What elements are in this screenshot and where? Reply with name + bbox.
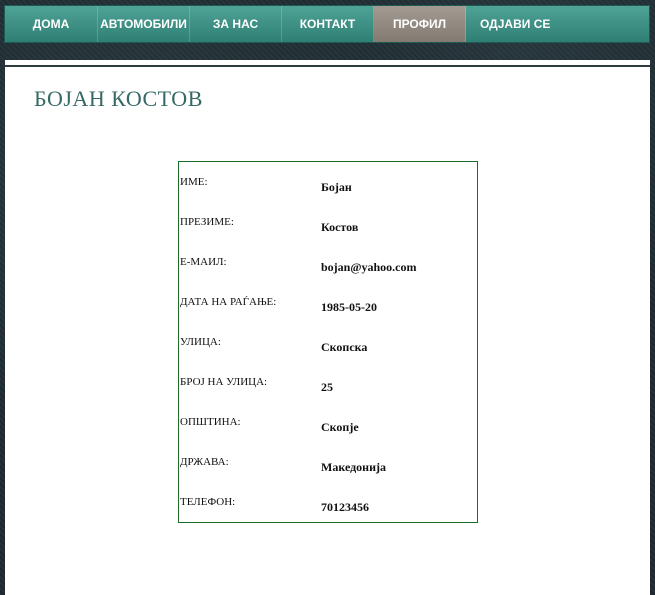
profile-row-country: ДРЖАВА: Македонија: [179, 456, 477, 496]
profile-row-first-name: ИМЕ: Бојан: [179, 176, 477, 216]
profile-details: ИМЕ: Бојан ПРЕЗИМЕ: Костов Е-МАИЛ: bojan…: [178, 161, 478, 523]
field-value: 70123456: [321, 500, 369, 514]
field-label: ИМЕ:: [180, 176, 208, 188]
profile-row-email: Е-МАИЛ: bojan@yahoo.com: [179, 256, 477, 296]
profile-row-municipality: ОПШТИНА: Скопје: [179, 416, 477, 456]
field-value: Скопје: [321, 420, 359, 434]
field-value: Бојан: [321, 180, 352, 194]
field-value: Македонија: [321, 460, 387, 474]
field-value: Костов: [321, 220, 359, 234]
nav-item-contact[interactable]: КОНТАКТ: [282, 6, 374, 42]
field-label: ДРЖАВА:: [180, 456, 229, 468]
nav-item-logout[interactable]: ОДЈАВИ СЕ: [466, 6, 649, 42]
profile-row-street: УЛИЦА: Скопска: [179, 336, 477, 376]
field-label: Е-МАИЛ:: [180, 256, 227, 268]
page-title: БОЈАН КОСТОВ: [34, 86, 203, 111]
content-panel: БОЈАН КОСТОВ ИМЕ: Бојан ПРЕЗИМЕ: Костов …: [5, 60, 650, 595]
field-label: БРОЈ НА УЛИЦА:: [180, 376, 268, 388]
field-value: 1985-05-20: [321, 300, 377, 314]
field-label: УЛИЦА:: [180, 336, 221, 348]
nav-item-about[interactable]: ЗА НАС: [190, 6, 282, 42]
field-value: bojan@yahoo.com: [321, 260, 417, 274]
field-label: ТЕЛЕФОН:: [180, 496, 236, 508]
divider: [5, 65, 650, 67]
field-label: ДАТА НА РАЃАЊЕ:: [180, 296, 277, 308]
profile-row-phone: ТЕЛЕФОН: 70123456: [179, 496, 477, 536]
nav-item-profile[interactable]: ПРОФИЛ: [374, 6, 466, 42]
field-label: ОПШТИНА:: [180, 416, 241, 428]
main-nav: ДОМА АВТОМОБИЛИ ЗА НАС КОНТАКТ ПРОФИЛ ОД…: [4, 5, 650, 43]
nav-item-cars[interactable]: АВТОМОБИЛИ: [98, 6, 190, 42]
field-value: Скопска: [321, 340, 368, 354]
profile-row-street-number: БРОЈ НА УЛИЦА: 25: [179, 376, 477, 416]
field-value: 25: [321, 380, 333, 394]
profile-row-birth-date: ДАТА НА РАЃАЊЕ: 1985-05-20: [179, 296, 477, 336]
nav-item-home[interactable]: ДОМА: [5, 6, 98, 42]
profile-row-last-name: ПРЕЗИМЕ: Костов: [179, 216, 477, 256]
field-label: ПРЕЗИМЕ:: [180, 216, 234, 228]
